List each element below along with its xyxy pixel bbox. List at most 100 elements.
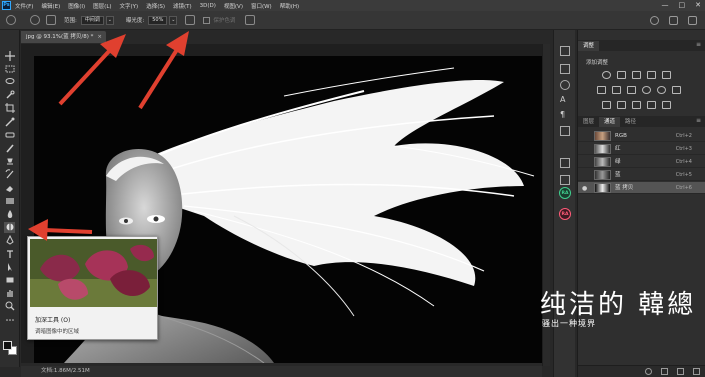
menu-file[interactable]: 文件(F): [15, 2, 33, 10]
eye-icon[interactable]: ●: [582, 185, 587, 192]
ra-badge[interactable]: RA: [559, 208, 571, 220]
properties-icon[interactable]: [560, 64, 570, 74]
panel-menu-icon[interactable]: ≡: [696, 41, 701, 48]
menu-type[interactable]: 文字(Y): [120, 2, 139, 10]
brush-settings-icon[interactable]: [46, 15, 56, 25]
channel-thumbnail: [594, 144, 611, 154]
menu-filter[interactable]: 滤镜(T): [173, 2, 192, 10]
save-selection-icon[interactable]: [661, 368, 668, 375]
brightness-icon[interactable]: [602, 71, 611, 79]
close-window-button[interactable]: ✕: [695, 1, 701, 9]
eraser-tool-icon[interactable]: [4, 182, 15, 193]
marquee-tool-icon[interactable]: [4, 63, 15, 74]
menu-layer[interactable]: 图层(L): [93, 2, 111, 10]
color-lookup-icon[interactable]: [672, 86, 681, 94]
watermark: 纯洁的 韓總 骚出一种境界: [514, 284, 694, 336]
channel-row-blue[interactable]: 蓝 Ctrl+5: [578, 169, 705, 181]
load-selection-icon[interactable]: [645, 368, 652, 375]
history-icon[interactable]: [560, 46, 570, 56]
character-icon[interactable]: A: [560, 95, 570, 105]
hand-tool-icon[interactable]: [4, 288, 15, 299]
quick-select-tool-icon[interactable]: [4, 90, 15, 101]
menu-3d[interactable]: 3D(D): [200, 3, 216, 9]
rectangle-tool-icon[interactable]: [4, 274, 15, 285]
channel-thumbnail: [594, 157, 611, 167]
minimize-button[interactable]: —: [662, 1, 669, 9]
burn-tool-icon[interactable]: [4, 221, 15, 233]
photoshop-logo: Ps: [2, 1, 11, 10]
black-white-icon[interactable]: [627, 86, 636, 94]
channel-shortcut: Ctrl+2: [675, 133, 692, 139]
gradient-tool-icon[interactable]: [4, 195, 15, 206]
photo-filter-icon[interactable]: [642, 86, 651, 94]
invert-icon[interactable]: [602, 101, 611, 109]
tab-paths[interactable]: 路径: [620, 117, 641, 127]
delete-channel-icon[interactable]: [693, 368, 700, 375]
tab-channels[interactable]: 通道: [599, 117, 621, 127]
protect-tone-checkbox[interactable]: [203, 16, 211, 24]
threshold-icon[interactable]: [632, 101, 641, 109]
selective-color-icon[interactable]: [662, 101, 671, 109]
channel-shortcut: Ctrl+3: [675, 146, 692, 152]
channel-name: 红: [615, 146, 621, 152]
path-select-tool-icon[interactable]: [4, 261, 15, 272]
maximize-button[interactable]: □: [679, 1, 686, 9]
layer-comps-icon[interactable]: [560, 158, 570, 168]
panel-menu-icon[interactable]: ≡: [696, 117, 701, 124]
pressure-icon[interactable]: [245, 15, 256, 25]
gradient-map-icon[interactable]: [647, 101, 656, 109]
exposure-adjust-icon[interactable]: [647, 71, 656, 79]
channel-mixer-icon[interactable]: [657, 86, 666, 94]
type-tool-icon[interactable]: [4, 248, 15, 259]
menu-image[interactable]: 图像(I): [68, 2, 85, 10]
mores-tool-icon[interactable]: [4, 314, 15, 325]
menu-select[interactable]: 选择(S): [146, 2, 165, 10]
clone-stamp-tool-icon[interactable]: [4, 156, 15, 167]
paragraph-icon[interactable]: ¶: [560, 110, 570, 120]
move-tool-icon[interactable]: [4, 50, 15, 61]
share-icon[interactable]: [688, 16, 697, 25]
levels-icon[interactable]: [617, 71, 626, 79]
eyedropper-tool-icon[interactable]: [4, 116, 15, 127]
workspace-icon[interactable]: [669, 16, 678, 25]
search-icon[interactable]: [650, 16, 659, 25]
color-balance-icon[interactable]: [612, 86, 621, 94]
tool-preset-icon[interactable]: [6, 15, 16, 25]
crop-tool-icon[interactable]: [4, 103, 15, 114]
menu-edit[interactable]: 编辑(E): [41, 2, 60, 10]
ra-badge[interactable]: RA: [559, 187, 571, 199]
curves-icon[interactable]: [632, 71, 641, 79]
zoom-tool-icon[interactable]: [4, 301, 15, 312]
menu-view[interactable]: 视图(V): [224, 2, 243, 10]
document-tab[interactable]: jpg @ 93.1%(蓝 拷贝/8) * ×: [21, 31, 106, 43]
history-brush-tool-icon[interactable]: [4, 169, 15, 180]
airbrush-icon[interactable]: [185, 15, 196, 25]
channel-row-rgb[interactable]: RGB Ctrl+2: [578, 130, 705, 142]
close-icon[interactable]: ×: [97, 31, 102, 43]
menu-window[interactable]: 窗口(W): [251, 2, 272, 10]
tab-adjustments[interactable]: 调整: [578, 41, 600, 51]
chevron-down-icon[interactable]: ⌄: [105, 15, 114, 25]
vibrance-icon[interactable]: [662, 71, 671, 79]
brush-tool-icon[interactable]: [4, 142, 15, 153]
healing-brush-tool-icon[interactable]: [4, 129, 15, 140]
posterize-icon[interactable]: [617, 101, 626, 109]
chevron-down-icon[interactable]: ⌄: [169, 15, 178, 25]
hue-saturation-icon[interactable]: [597, 86, 606, 94]
foreground-color-swatch[interactable]: [3, 341, 12, 350]
channel-row-green[interactable]: 绿 Ctrl+4: [578, 156, 705, 168]
pen-tool-icon[interactable]: [4, 235, 15, 246]
lasso-tool-icon[interactable]: [4, 76, 15, 87]
blur-tool-icon[interactable]: [4, 208, 15, 219]
glyphs-icon[interactable]: [560, 126, 570, 136]
brush-preset-icon[interactable]: [30, 15, 40, 25]
range-select[interactable]: 中间调: [80, 15, 104, 25]
channel-row-blue-copy[interactable]: ● 蓝 拷贝 Ctrl+6: [578, 182, 705, 194]
menu-help[interactable]: 帮助(H): [280, 2, 299, 10]
swatches-icon[interactable]: [560, 175, 570, 185]
exposure-input[interactable]: 50%: [148, 15, 168, 25]
brush-settings-panel-icon[interactable]: [560, 80, 570, 90]
tab-layers[interactable]: 图层: [578, 117, 599, 127]
new-channel-icon[interactable]: [677, 368, 684, 375]
channel-row-red[interactable]: 红 Ctrl+3: [578, 143, 705, 155]
